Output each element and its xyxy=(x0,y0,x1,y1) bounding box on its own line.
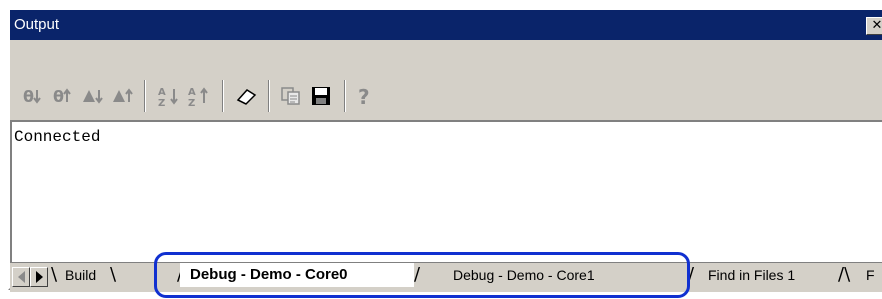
tab-scroll-right-button[interactable] xyxy=(30,267,48,287)
tab-edge: / xyxy=(688,264,695,285)
toolbar-separator xyxy=(222,80,224,112)
arrow-left-icon xyxy=(17,271,25,283)
next-warning-button[interactable] xyxy=(78,82,108,110)
tab-truncated[interactable]: F xyxy=(866,263,875,287)
arrow-right-icon xyxy=(35,271,43,283)
tab-debug-demo-core0[interactable]: Debug - Demo - Core0 xyxy=(180,263,414,287)
previous-error-button[interactable]: θ xyxy=(48,82,78,110)
tab-find-in-files-1[interactable]: Find in Files 1 xyxy=(708,263,795,287)
tab-bar: \ Build \ / Debug - Demo - Core0 / Debug… xyxy=(10,262,882,292)
sort-descending-icon: A Z xyxy=(188,87,208,107)
go-to-previous-error-icon: θ xyxy=(53,87,71,106)
svg-text:Z: Z xyxy=(188,98,195,107)
copy-button[interactable] xyxy=(276,82,306,110)
copy-icon xyxy=(281,87,300,105)
file-button-group xyxy=(276,82,336,110)
tab-edge: / xyxy=(414,264,421,285)
toolbar-separator xyxy=(344,80,346,112)
tab-edge: /\ xyxy=(838,264,851,285)
title-bar[interactable]: Output ✕ xyxy=(10,10,882,40)
clear-output-button[interactable] xyxy=(232,82,262,110)
svg-text:A: A xyxy=(158,87,166,98)
next-error-button[interactable]: θ xyxy=(18,82,48,110)
previous-warning-button[interactable] xyxy=(108,82,138,110)
toolbar-separator xyxy=(268,80,270,112)
tab-edge: \ xyxy=(51,264,58,285)
svg-text:θ: θ xyxy=(53,87,64,106)
sort-ascending-button[interactable]: A Z xyxy=(154,82,184,110)
go-to-next-error-icon: θ xyxy=(23,87,41,106)
output-line: Connected xyxy=(14,128,101,146)
svg-text:Z: Z xyxy=(158,98,165,107)
tab-scroll-left-button[interactable] xyxy=(12,267,30,287)
navigation-button-group: θ θ xyxy=(18,82,138,110)
help-icon: ? xyxy=(358,85,370,107)
tab-build[interactable]: Build xyxy=(65,263,96,287)
save-button[interactable] xyxy=(306,82,336,110)
toolbar-separator xyxy=(144,80,146,112)
go-to-next-warning-icon xyxy=(83,90,103,104)
window-title: Output xyxy=(14,16,60,33)
clear-eraser-icon xyxy=(236,89,257,105)
close-button[interactable]: ✕ xyxy=(866,17,882,35)
save-icon xyxy=(312,87,330,105)
go-to-previous-warning-icon xyxy=(113,88,133,102)
help-button-group: ? xyxy=(350,82,380,110)
sort-ascending-icon: A Z xyxy=(158,87,178,107)
tab-debug-demo-core1[interactable]: Debug - Demo - Core1 xyxy=(453,263,595,287)
sort-button-group: A Z A Z xyxy=(154,82,214,110)
toolbar: θ θ A Z A Z ? xyxy=(10,40,882,120)
svg-text:A: A xyxy=(188,87,196,98)
tab-edge: \ xyxy=(110,264,117,285)
output-window: Output ✕ θ θ A Z A Z ? Connected \ Build… xyxy=(8,8,882,292)
clear-button-group xyxy=(232,82,262,110)
sort-descending-button[interactable]: A Z xyxy=(184,82,214,110)
help-button[interactable]: ? xyxy=(350,82,380,110)
svg-text:θ: θ xyxy=(23,87,34,106)
output-text-area[interactable]: Connected xyxy=(10,120,882,262)
svg-text:?: ? xyxy=(358,85,370,107)
close-icon: ✕ xyxy=(871,18,882,33)
